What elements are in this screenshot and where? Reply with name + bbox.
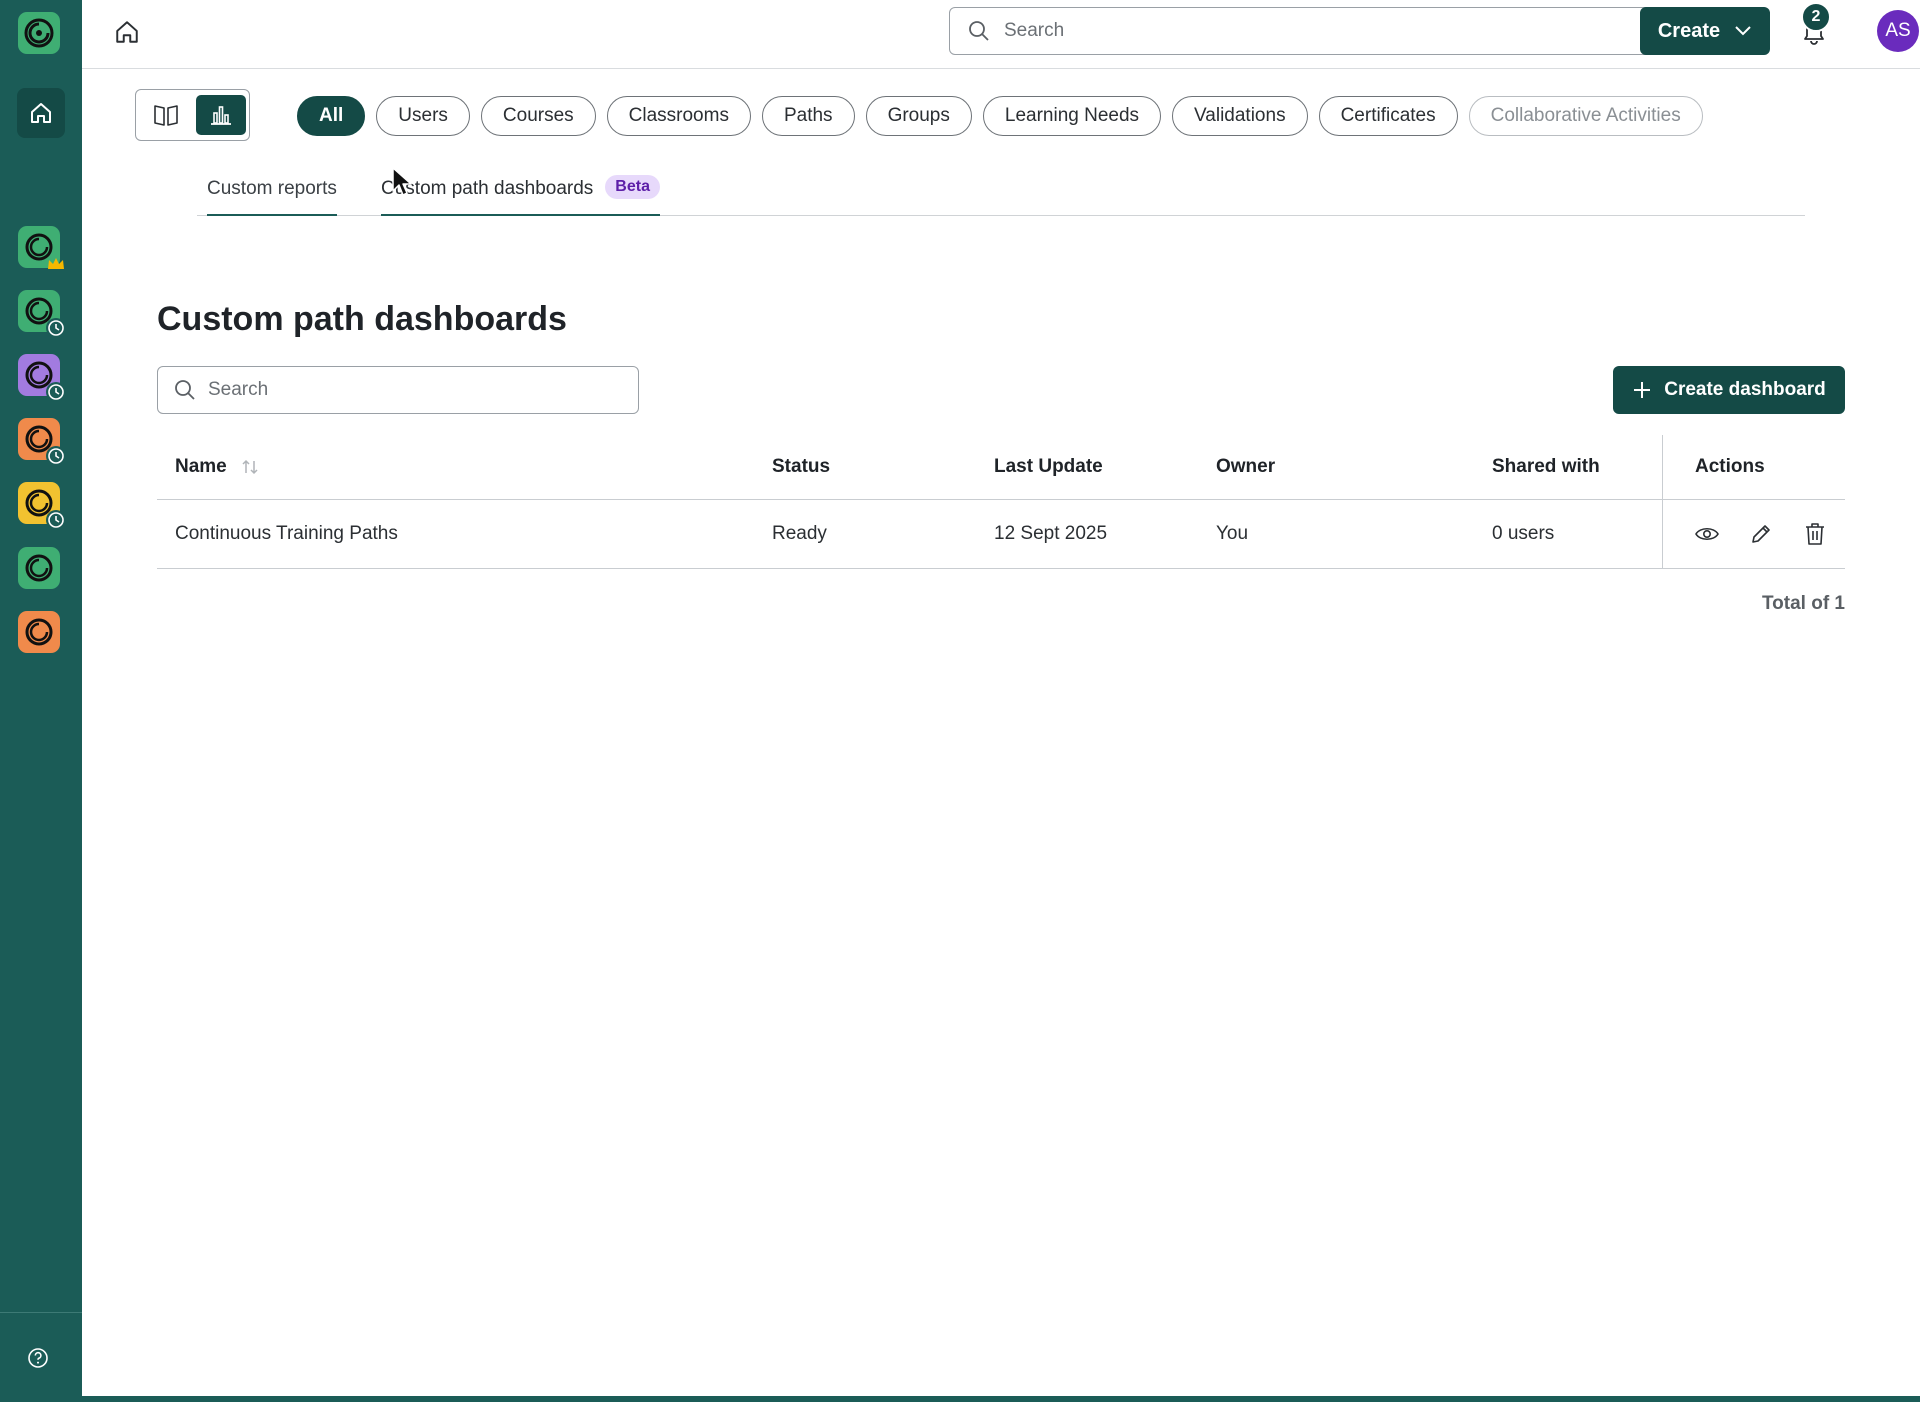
rail-app-2[interactable] bbox=[18, 290, 66, 338]
rail-app-5[interactable] bbox=[18, 482, 66, 530]
tab-custom-reports[interactable]: Custom reports bbox=[207, 178, 337, 216]
column-header-name[interactable]: Name bbox=[175, 435, 259, 499]
book-icon[interactable] bbox=[151, 102, 181, 128]
filter-chip-collaborative-activities[interactable]: Collaborative Activities bbox=[1468, 96, 1703, 136]
rail-app-7[interactable] bbox=[18, 611, 60, 653]
home-icon[interactable] bbox=[114, 19, 140, 45]
bottom-border bbox=[0, 1396, 1920, 1402]
filter-chip-certificates[interactable]: Certificates bbox=[1318, 96, 1458, 136]
rail-divider bbox=[0, 1312, 82, 1313]
rail-app-6[interactable] bbox=[18, 547, 60, 589]
brand-logo-icon[interactable] bbox=[18, 12, 60, 54]
tab-custom-reports-label: Custom reports bbox=[207, 178, 337, 199]
row-last-update: 12 Sept 2025 bbox=[994, 523, 1108, 544]
create-button[interactable]: Create bbox=[1640, 7, 1770, 55]
chevron-down-icon bbox=[1735, 26, 1751, 36]
global-search[interactable] bbox=[949, 7, 1701, 55]
row-status: Ready bbox=[772, 523, 827, 544]
create-dashboard-label: Create dashboard bbox=[1664, 379, 1826, 400]
rail-app-3[interactable] bbox=[18, 354, 66, 402]
column-header-shared-with: Shared with bbox=[1492, 456, 1600, 477]
beta-badge: Beta bbox=[605, 175, 660, 199]
column-header-status: Status bbox=[772, 456, 831, 477]
sort-icon[interactable] bbox=[241, 458, 259, 476]
page-title: Custom path dashboards bbox=[157, 300, 567, 338]
pencil-icon[interactable] bbox=[1747, 520, 1775, 548]
bar-chart-icon bbox=[211, 106, 231, 125]
column-header-actions: Actions bbox=[1662, 435, 1845, 499]
left-rail bbox=[0, 0, 82, 1396]
crown-icon bbox=[46, 254, 66, 274]
column-header-owner: Owner bbox=[1216, 456, 1276, 477]
filter-chip-paths[interactable]: Paths bbox=[761, 96, 855, 136]
filter-chip-courses[interactable]: Courses bbox=[480, 96, 596, 136]
filter-chip-validations[interactable]: Validations bbox=[1172, 96, 1308, 136]
row-actions bbox=[1662, 500, 1845, 568]
avatar[interactable]: AS bbox=[1877, 10, 1919, 52]
rail-home-button[interactable] bbox=[17, 88, 65, 138]
plus-icon bbox=[1634, 382, 1651, 398]
table-header: Name Status Last Update Owner Shared wit… bbox=[157, 435, 1845, 500]
global-search-input[interactable] bbox=[1004, 20, 1644, 42]
row-shared-with: 0 users bbox=[1492, 523, 1555, 544]
rail-app-1[interactable] bbox=[18, 226, 64, 269]
clock-icon bbox=[46, 446, 66, 466]
rail-app-4[interactable] bbox=[18, 418, 66, 466]
clock-icon bbox=[46, 510, 66, 530]
bar-chart-view-button[interactable] bbox=[196, 95, 246, 135]
filter-chip-learning-needs[interactable]: Learning Needs bbox=[982, 96, 1162, 136]
create-button-label: Create bbox=[1657, 19, 1721, 42]
report-tabs: Custom reports Custom path dashboards Be… bbox=[197, 170, 1805, 216]
search-icon bbox=[175, 380, 195, 400]
create-dashboard-button[interactable]: Create dashboard bbox=[1613, 366, 1845, 414]
mouse-cursor-icon bbox=[392, 167, 412, 197]
clock-icon bbox=[46, 382, 66, 402]
view-toggle bbox=[135, 89, 250, 141]
dashboard-search-input[interactable] bbox=[208, 379, 628, 401]
filter-chip-classrooms[interactable]: Classrooms bbox=[606, 96, 751, 136]
column-header-last-update: Last Update bbox=[994, 456, 1103, 477]
app-logo-icon bbox=[25, 618, 53, 646]
clock-icon bbox=[46, 318, 66, 338]
app-logo-icon bbox=[25, 554, 53, 582]
tab-custom-path-dashboards-label: Custom path dashboards bbox=[381, 178, 594, 199]
column-header-name-label: Name bbox=[175, 456, 227, 477]
row-name[interactable]: Continuous Training Paths bbox=[175, 500, 398, 568]
table-row[interactable]: Continuous Training Paths Ready 12 Sept … bbox=[157, 500, 1845, 569]
search-icon bbox=[969, 21, 989, 41]
help-icon[interactable] bbox=[27, 1347, 49, 1369]
tab-custom-path-dashboards[interactable]: Custom path dashboards Beta bbox=[381, 175, 660, 216]
total-count: Total of 1 bbox=[1761, 593, 1845, 614]
notification-count-badge[interactable]: 2 bbox=[1801, 2, 1831, 32]
filter-chip-all[interactable]: All bbox=[297, 96, 366, 136]
filter-chips: All Users Courses Classrooms Paths Group… bbox=[297, 96, 1703, 136]
filter-chip-groups[interactable]: Groups bbox=[865, 96, 972, 136]
row-owner: You bbox=[1216, 523, 1249, 544]
dashboards-table: Name Status Last Update Owner Shared wit… bbox=[157, 435, 1845, 569]
home-icon bbox=[31, 103, 51, 123]
top-bar: Create 2 AS bbox=[82, 0, 1920, 69]
eye-icon[interactable] bbox=[1693, 520, 1721, 548]
trash-icon[interactable] bbox=[1801, 520, 1829, 548]
dashboard-search[interactable] bbox=[157, 366, 639, 414]
filter-chip-users[interactable]: Users bbox=[376, 96, 470, 136]
